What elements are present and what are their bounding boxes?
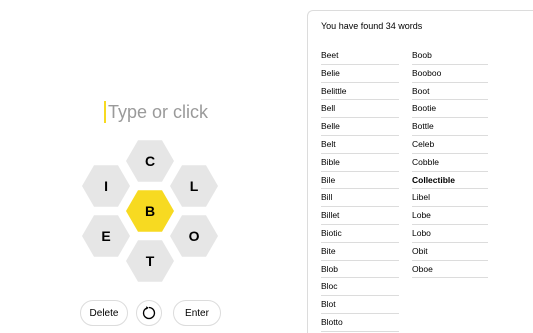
found-word: Bell	[321, 100, 399, 119]
hex-upper-right[interactable]: L	[170, 165, 218, 207]
found-word: Boot	[412, 83, 488, 101]
found-word: Belie	[321, 65, 399, 83]
found-word: Bile	[321, 172, 399, 190]
found-word: Oboe	[412, 261, 488, 279]
hex-center-letter: B	[145, 203, 155, 219]
hex-lower-right[interactable]: O	[170, 215, 218, 257]
hex-lower-right-letter: O	[189, 228, 200, 244]
found-word: Belle	[321, 118, 399, 136]
hex-top-letter: C	[145, 153, 155, 169]
found-word: Blob	[321, 261, 399, 279]
found-word: Lobo	[412, 225, 488, 243]
hex-bottom-letter: T	[146, 253, 155, 269]
found-word: Belt	[321, 136, 399, 154]
hex-upper-right-letter: L	[190, 178, 199, 194]
word-column-1: Beet Belie Belittle Bell Belle Belt Bible Bile B…	[321, 47, 399, 332]
found-word: Bill	[321, 189, 399, 208]
found-word: Bootie	[412, 100, 488, 119]
found-word: Bloc	[321, 278, 399, 297]
hex-center[interactable]: B	[126, 190, 174, 232]
found-word: Bottle	[412, 118, 488, 136]
found-word: Biotic	[321, 225, 399, 243]
found-word: Blot	[321, 296, 399, 314]
found-word: Libel	[412, 189, 488, 208]
found-words-panel: You have found 34 words Beet Belie Belittl…	[307, 10, 533, 333]
found-word: Booboo	[412, 65, 488, 83]
delete-button[interactable]: Delete	[80, 300, 128, 326]
found-word: Obit	[412, 243, 488, 261]
hex-top[interactable]: C	[126, 140, 174, 182]
found-word: Lobe	[412, 207, 488, 225]
found-words-count: You have found 34 words	[321, 21, 423, 31]
found-word: Belittle	[321, 83, 399, 101]
found-word: Cobble	[412, 154, 488, 172]
found-word: Blotto	[321, 314, 399, 332]
letter-hive: C I L B E O T	[82, 140, 218, 282]
word-column-2: Boob Booboo Boot Bootie Bottle Celeb Cobble Col…	[412, 47, 488, 279]
found-word: Bible	[321, 154, 399, 172]
hex-lower-left[interactable]: E	[82, 215, 130, 257]
found-word: Bite	[321, 243, 399, 261]
found-word: Boob	[412, 47, 488, 65]
found-word: Celeb	[412, 136, 488, 154]
shuffle-button[interactable]	[136, 300, 162, 326]
hex-upper-left-letter: I	[104, 178, 108, 194]
shuffle-icon	[142, 306, 156, 320]
found-word: Billet	[321, 207, 399, 225]
hex-bottom[interactable]: T	[126, 240, 174, 282]
found-word: Collectible	[412, 172, 488, 190]
hex-lower-left-letter: E	[101, 228, 110, 244]
hex-upper-left[interactable]: I	[82, 165, 130, 207]
enter-button[interactable]: Enter	[173, 300, 221, 326]
found-word: Beet	[321, 47, 399, 65]
